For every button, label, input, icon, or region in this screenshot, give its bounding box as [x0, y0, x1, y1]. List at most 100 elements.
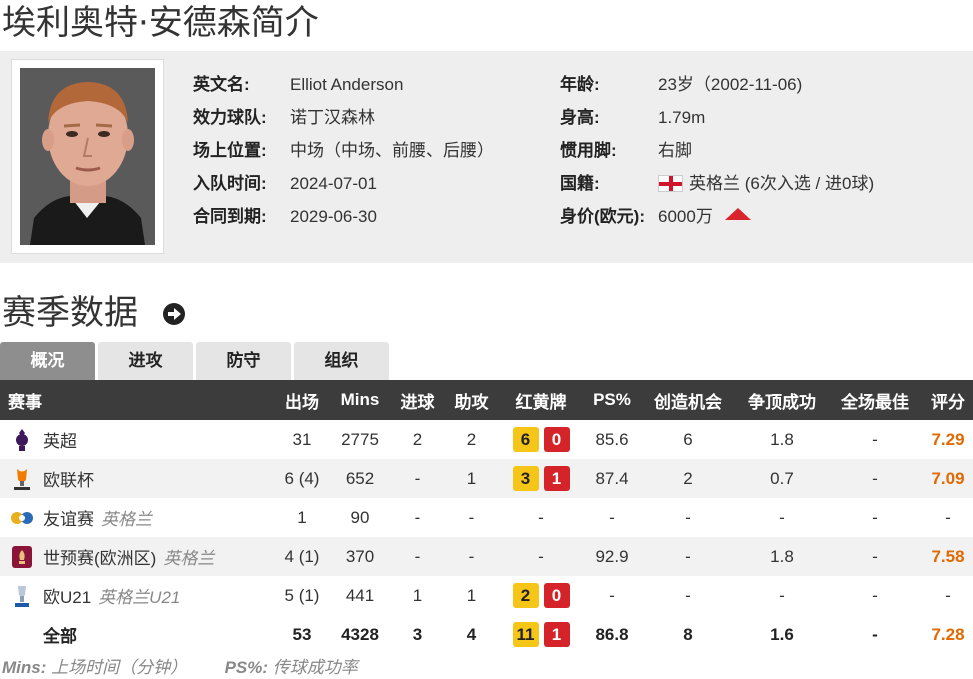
chances-cell: -: [685, 585, 691, 605]
table-header: 赛事 出场 Mins 进球 助攻 红黄牌 PS% 创造机会 争顶成功 全场最佳 …: [0, 380, 973, 420]
legend-ps-desc: 传球成功率: [272, 658, 358, 677]
competition-name[interactable]: 友谊赛: [43, 505, 94, 530]
info-label: 国籍:: [560, 174, 600, 193]
team-subtitle[interactable]: 英格兰U21: [98, 583, 180, 608]
rating-cell: 7.58: [931, 546, 965, 566]
rating-cell: 7.29: [931, 429, 965, 449]
market-value-text: 6000万: [658, 207, 713, 226]
assists-cell: 1: [466, 585, 477, 605]
chances-cell: -: [685, 507, 691, 527]
header-mins[interactable]: Mins: [330, 380, 390, 420]
competition-name[interactable]: 欧联杯: [43, 466, 94, 491]
cards-cell: 31: [500, 459, 582, 498]
tab-organize[interactable]: 组织: [294, 342, 389, 380]
info-value: 中场（中场、前腰、后腰）: [290, 141, 494, 160]
wc-qualifier-icon: [12, 545, 32, 568]
tab-attack[interactable]: 进攻: [98, 342, 193, 380]
rating-cell: 7.09: [931, 468, 965, 488]
mins-cell: 370: [345, 546, 375, 566]
info-label: 效力球队:: [193, 108, 267, 127]
table-row[interactable]: 友谊赛 英格兰 1 90 - - - - - - - -: [0, 498, 973, 537]
info-label: 年龄:: [560, 75, 600, 94]
info-label: 身价(欧元):: [560, 207, 645, 226]
chances-cell: -: [685, 546, 691, 566]
cards-cell: 20: [500, 576, 582, 615]
competition-name[interactable]: 欧U21: [43, 583, 91, 608]
goals-cell: 1: [412, 585, 423, 605]
header-cards[interactable]: 红黄牌: [500, 380, 582, 420]
header-ps[interactable]: PS%: [582, 380, 642, 420]
competition-name[interactable]: 英超: [43, 427, 77, 452]
aerials-cell: -: [779, 585, 785, 605]
header-rating[interactable]: 评分: [924, 380, 972, 420]
header-competition[interactable]: 赛事: [8, 380, 128, 420]
aerials-cell: 1.6: [770, 624, 794, 644]
header-assists[interactable]: 助攻: [444, 380, 499, 420]
team-subtitle[interactable]: 英格兰: [163, 544, 214, 569]
mins-cell: 652: [345, 468, 375, 488]
goals-cell: 2: [412, 429, 423, 449]
info-label: 合同到期:: [193, 207, 267, 226]
goals-cell: -: [414, 546, 421, 566]
goals-cell: -: [414, 468, 421, 488]
info-value: 6000万: [658, 203, 751, 231]
ps-cell: 87.4: [595, 468, 629, 488]
euro-u21-icon: [15, 585, 29, 607]
aerials-cell: 1.8: [770, 546, 794, 566]
assists-cell: -: [468, 546, 475, 566]
info-value: 2024-07-01: [290, 174, 377, 193]
assists-cell: 1: [466, 468, 477, 488]
mins-cell: 90: [350, 507, 370, 527]
table-row[interactable]: 欧U21 英格兰U21 5 (1) 441 1 1 20 - - - - -: [0, 576, 973, 615]
motm-cell: -: [872, 507, 878, 527]
table-row[interactable]: 英超 31 2775 2 2 60 85.6 6 1.8 - 7.29: [0, 420, 973, 459]
assists-cell: 4: [466, 624, 477, 644]
competition-name[interactable]: 世预赛(欧洲区): [43, 544, 156, 569]
header-chances[interactable]: 创造机会: [644, 380, 732, 420]
info-label: 场上位置:: [193, 141, 267, 160]
total-label: 全部: [43, 627, 77, 646]
info-label: 惯用脚:: [560, 141, 617, 160]
motm-cell: -: [872, 624, 878, 644]
europa-league-icon: [14, 468, 30, 490]
legend-mins-key: Mins:: [2, 658, 47, 677]
apps-cell: 53: [292, 624, 312, 644]
apps-cell: 1: [297, 507, 307, 527]
nationality-text[interactable]: 英格兰 (6次入选 / 进0球): [689, 174, 874, 193]
player-photo-frame: [11, 59, 164, 254]
rating-cell: -: [945, 507, 951, 527]
header-motm[interactable]: 全场最佳: [831, 380, 919, 420]
chances-cell: 6: [683, 429, 693, 449]
mins-cell: 2775: [341, 429, 379, 449]
table-row[interactable]: 欧联杯 6 (4) 652 - 1 31 87.4 2 0.7 - 7.09: [0, 459, 973, 498]
ps-cell: 92.9: [595, 546, 629, 566]
table-row[interactable]: 世预赛(欧洲区) 英格兰 4 (1) 370 - - - 92.9 - 1.8 -…: [0, 537, 973, 576]
page-title: 埃利奥特·安德森简介: [2, 3, 319, 43]
legend-ps-key: PS%:: [224, 658, 269, 677]
header-apps[interactable]: 出场: [272, 380, 332, 420]
info-value: 2029-06-30: [290, 207, 377, 226]
player-profile-card: 英文名: Elliot Anderson 效力球队: 诺丁汉森林 场上位置: 中…: [0, 51, 973, 263]
yellow-card-count: 6: [512, 427, 539, 452]
red-card-count: 1: [543, 466, 570, 491]
aerials-cell: -: [779, 507, 785, 527]
motm-cell: -: [872, 429, 878, 449]
info-value: 1.79m: [658, 108, 706, 127]
cards-cell: -: [538, 507, 544, 527]
team-subtitle[interactable]: 英格兰: [101, 505, 152, 530]
premier-league-icon: [16, 428, 28, 451]
legend-mins-desc: 上场时间（分钟）: [51, 658, 188, 677]
info-value: 右脚: [658, 141, 692, 160]
table-row-total: 全部 53 4328 3 4 11 1 86.8 8 1.6 - 7.28: [0, 615, 973, 654]
header-aerials[interactable]: 争顶成功: [738, 380, 826, 420]
motm-cell: -: [872, 585, 878, 605]
assists-cell: -: [468, 507, 475, 527]
motm-cell: -: [872, 468, 878, 488]
header-goals[interactable]: 进球: [390, 380, 445, 420]
aerials-cell: 1.8: [770, 429, 794, 449]
arrow-right-circle-icon[interactable]: [163, 303, 185, 325]
apps-cell: 31: [292, 429, 312, 449]
tab-defense[interactable]: 防守: [196, 342, 291, 380]
tab-overview[interactable]: 概况: [0, 342, 95, 380]
cards-cell: -: [538, 546, 544, 566]
